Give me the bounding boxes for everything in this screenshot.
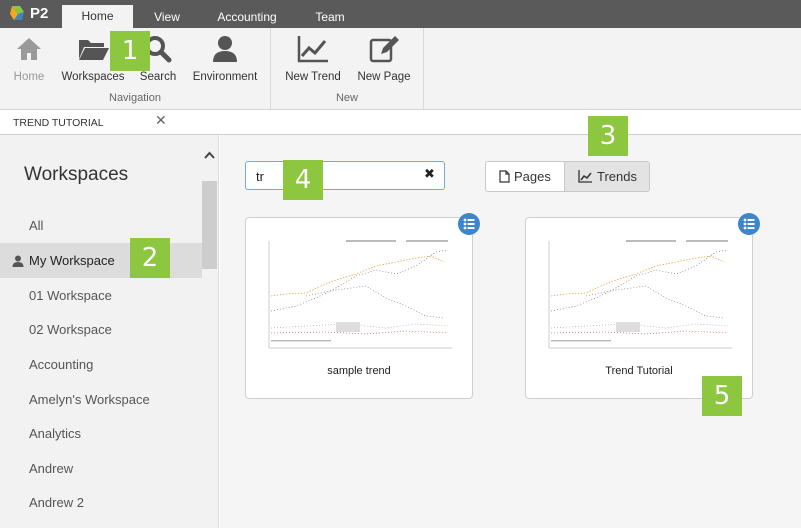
chevron-up-icon[interactable] [203,149,216,161]
trend-chart-icon [578,170,592,183]
environment-button-label: Environment [192,71,258,83]
tab-team[interactable]: Team [300,6,360,28]
trends-toggle-button[interactable]: Trends [564,162,649,191]
user-icon [12,255,24,267]
sidebar-item-andrew[interactable]: Andrew [0,451,202,486]
sidebar-item-my-workspace[interactable]: My Workspace [0,243,202,278]
callout-1: 1 [110,31,150,71]
user-icon [213,36,237,62]
new-trend-button[interactable]: New Trend [282,34,344,83]
sidebar-item-accounting[interactable]: Accounting [0,347,202,382]
sidebar-scrollbar[interactable] [202,147,217,528]
pages-toggle-label: Pages [514,169,551,184]
home-icon [17,38,41,60]
logo-mark-icon [10,6,24,20]
document-tab-trend-tutorial[interactable]: TREND TUTORIAL ✕ [0,111,176,135]
pages-toggle-button[interactable]: Pages [486,162,564,191]
callout-5: 5 [702,376,742,416]
ribbon-separator [270,28,271,110]
card-menu-button[interactable] [458,213,480,235]
list-menu-icon [463,218,475,230]
new-page-button-label: New Page [357,71,411,83]
sidebar-item-01-workspace[interactable]: 01 Workspace [0,278,202,313]
sidebar-item-02-workspace[interactable]: 02 Workspace [0,312,202,347]
sidebar-item-amelyns-workspace[interactable]: Amelyn's Workspace [0,382,202,417]
trend-card-trend-tutorial[interactable]: Trend Tutorial [525,213,760,399]
callout-2: 2 [130,238,170,278]
tab-home[interactable]: Home [62,5,133,28]
search-button-label: Search [139,71,177,83]
ribbon-separator [423,28,424,110]
trends-toggle-label: Trends [597,169,637,184]
sidebar-title: Workspaces [24,164,129,185]
tab-accounting[interactable]: Accounting [206,6,288,28]
p2-logo: P2 [8,4,54,24]
home-button[interactable]: Home [10,34,48,83]
sidebar-item-analytics[interactable]: Analytics [0,416,202,451]
trend-thumbnail [548,240,732,349]
environment-button[interactable]: Environment [190,34,260,83]
top-tab-bar: P2 Home View Accounting Team [0,0,801,28]
new-page-button[interactable]: New Page [356,34,412,83]
close-icon[interactable]: ✕ [155,113,167,129]
trend-card-sample-trend[interactable]: sample trend [245,213,480,399]
document-tab-label: TREND TUTORIAL [13,117,104,129]
document-tab-bar: TREND TUTORIAL ✕ [0,111,801,135]
page-icon [499,170,510,183]
sidebar-item-label: My Workspace [29,253,115,268]
scrollbar-thumb[interactable] [202,181,217,269]
logo-text: P2 [30,5,49,22]
edit-page-icon [369,36,399,63]
trend-thumbnail [268,240,452,349]
search-input[interactable]: tr ✖ [245,161,445,190]
card-menu-button[interactable] [738,213,760,235]
navigation-group-label: Navigation [109,92,161,104]
search-input-value: tr [256,169,264,184]
sidebar-item-all[interactable]: All [0,208,202,243]
home-button-label: Home [13,71,45,83]
callout-3: 3 [588,116,628,156]
view-toggle: Pages Trends [485,161,650,192]
trend-chart-icon [297,36,328,63]
sidebar-item-andrew-2[interactable]: Andrew 2 [0,485,202,520]
workspaces-button-label: Workspaces [61,71,125,83]
callout-4: 4 [283,160,323,200]
folder-open-icon [79,40,109,60]
tab-view[interactable]: View [138,6,196,28]
workspaces-sidebar: Workspaces All My Workspace 01 Workspace… [0,135,219,528]
new-trend-button-label: New Trend [285,71,341,83]
new-group-label: New [335,92,358,104]
list-menu-icon [743,218,755,230]
clear-search-icon[interactable]: ✖ [424,167,435,182]
trend-card-label: sample trend [327,365,391,377]
